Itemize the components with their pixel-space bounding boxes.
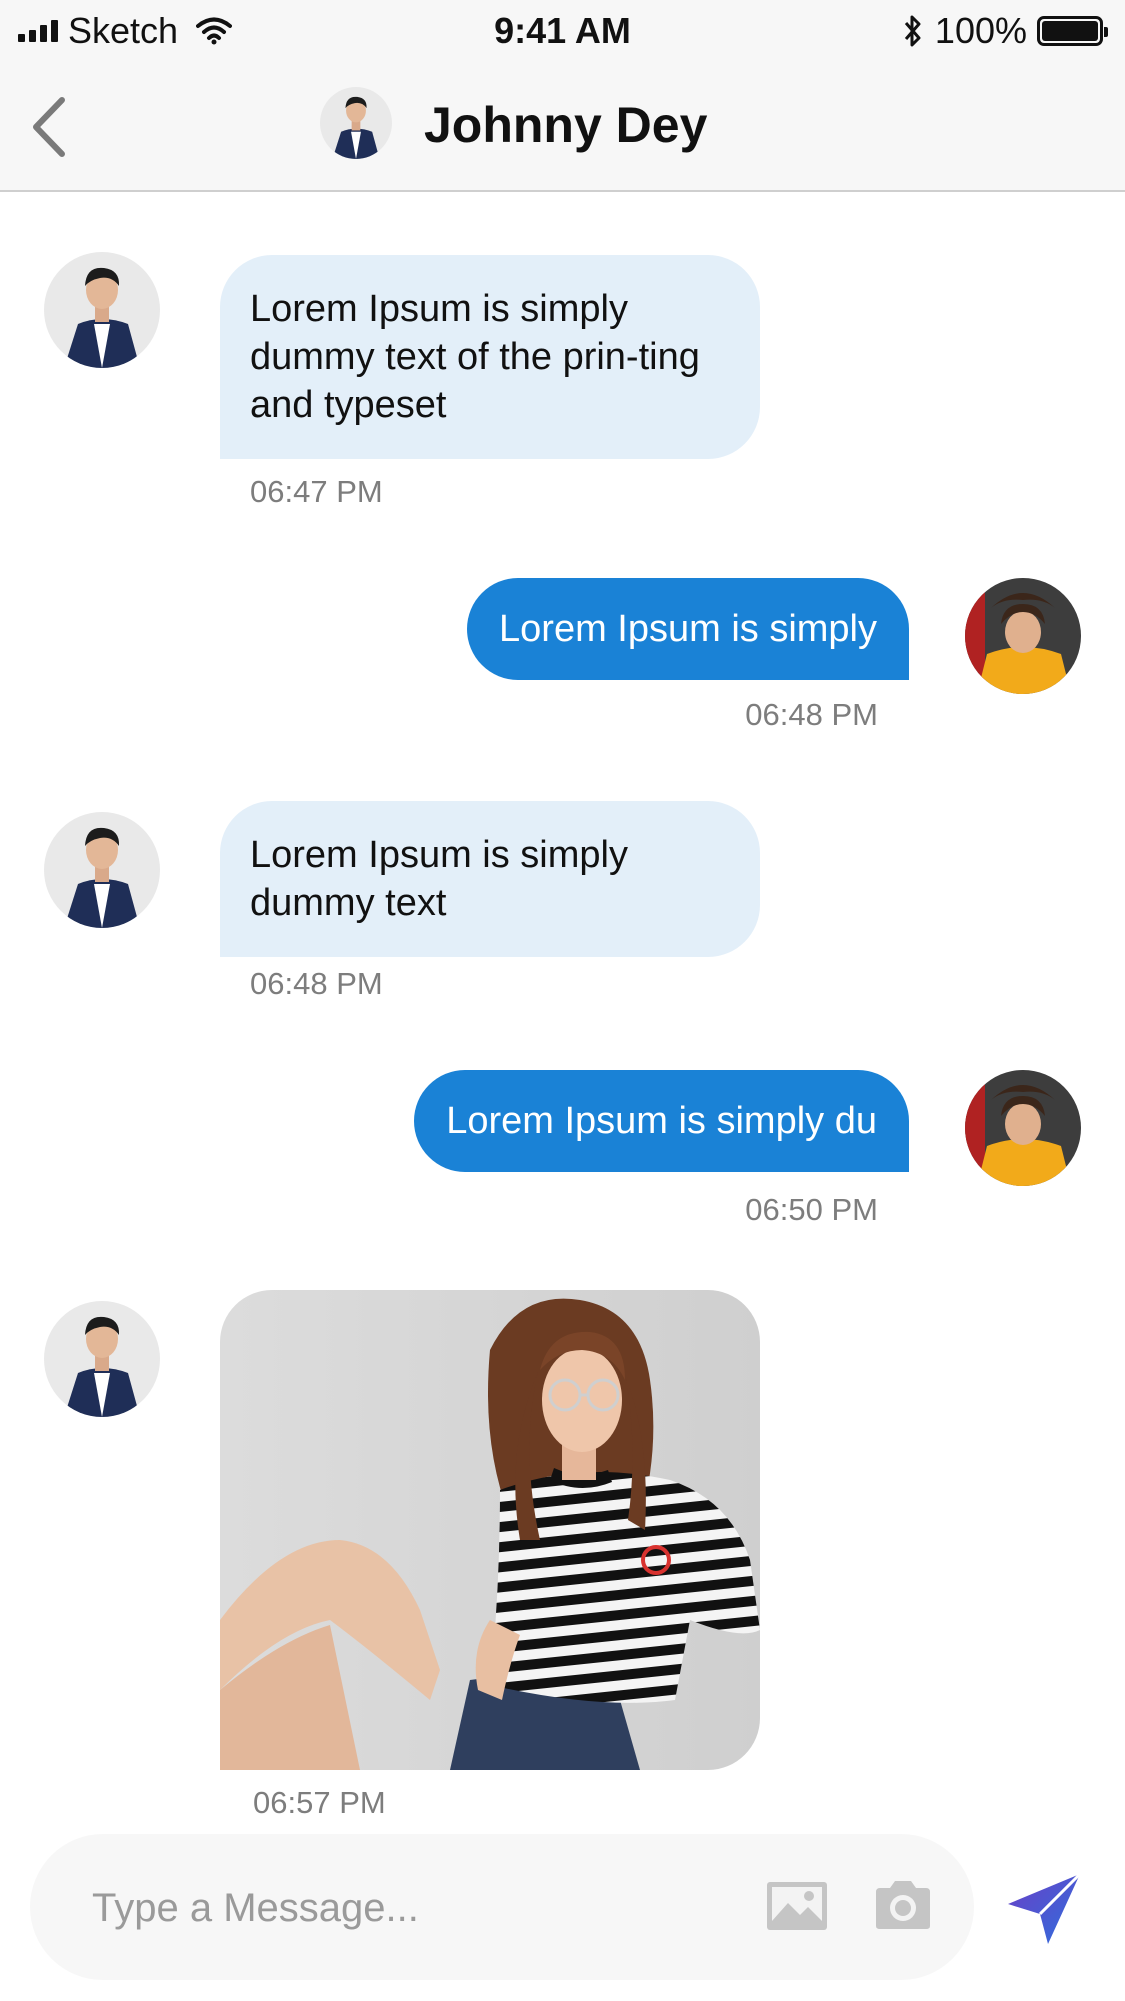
contact-name[interactable]: Johnny Dey <box>424 92 707 158</box>
chat-header: Johnny Dey <box>0 62 1125 192</box>
image-icon <box>767 1882 827 1930</box>
send-icon <box>1008 1872 1082 1944</box>
camera-button[interactable] <box>872 1878 934 1932</box>
image-message[interactable] <box>220 1290 760 1770</box>
bluetooth-icon <box>904 15 921 47</box>
sender-avatar[interactable] <box>44 252 160 368</box>
camera-icon <box>876 1881 930 1929</box>
message-timestamp: 06:48 PM <box>745 697 878 732</box>
message-timestamp: 06:47 PM <box>250 474 383 509</box>
sender-avatar[interactable] <box>44 812 160 928</box>
sender-avatar[interactable] <box>44 1301 160 1417</box>
status-bar: Sketch 9:41 AM 100% <box>0 0 1125 62</box>
shared-photo <box>220 1290 760 1770</box>
message-bubble-outgoing[interactable]: Lorem Ipsum is simply <box>467 578 909 680</box>
message-timestamp: 06:50 PM <box>745 1192 878 1227</box>
status-bar-right: 100% <box>903 10 1108 52</box>
battery-icon <box>1037 16 1108 46</box>
message-composer <box>30 1834 974 1980</box>
send-button[interactable] <box>1004 1868 1084 1948</box>
my-avatar[interactable] <box>965 1070 1081 1186</box>
message-bubble-incoming[interactable]: Lorem Ipsum is simply dummy text of the … <box>220 255 760 459</box>
contact-avatar[interactable] <box>320 87 392 159</box>
battery-percent: 100% <box>934 10 1027 51</box>
attach-image-button[interactable] <box>766 1881 828 1931</box>
my-avatar[interactable] <box>965 578 1081 694</box>
message-timestamp: 06:57 PM <box>253 1785 386 1820</box>
message-timestamp: 06:48 PM <box>250 966 383 1001</box>
message-bubble-outgoing[interactable]: Lorem Ipsum is simply du <box>414 1070 909 1172</box>
back-button[interactable] <box>22 92 82 162</box>
chevron-left-icon <box>33 97 65 157</box>
message-bubble-incoming[interactable]: Lorem Ipsum is simply dummy text <box>220 801 760 957</box>
message-input[interactable] <box>90 1864 694 1952</box>
